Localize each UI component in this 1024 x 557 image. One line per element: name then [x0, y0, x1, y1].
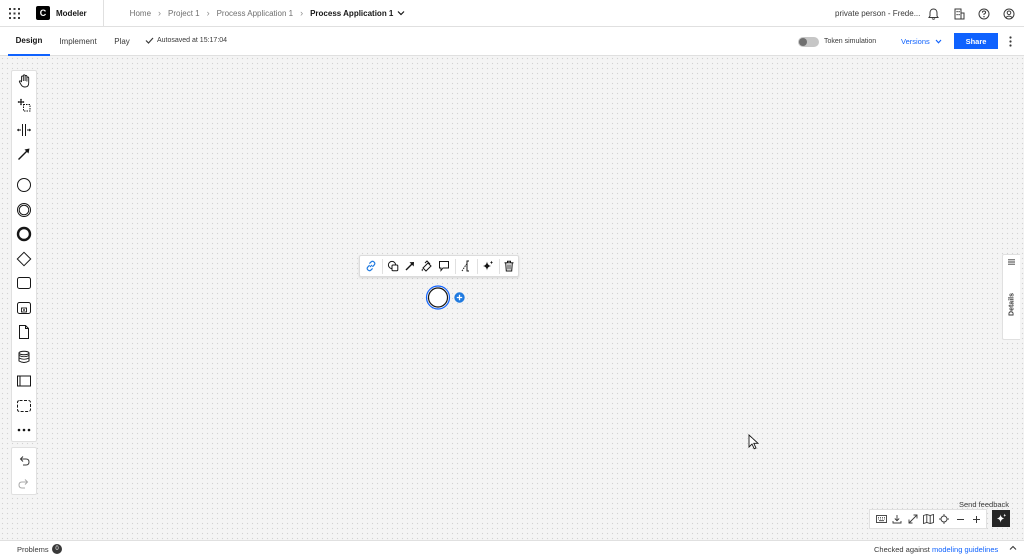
camunda-logo-icon: C — [36, 6, 50, 20]
pad-divider — [455, 259, 456, 274]
data-object-icon[interactable] — [12, 322, 36, 342]
chevron-up-icon[interactable] — [1009, 545, 1017, 551]
versions-dropdown[interactable]: Versions — [901, 37, 942, 46]
breadcrumb-separator-icon: › — [158, 8, 162, 18]
connect-arrow-icon[interactable] — [402, 258, 418, 274]
canvas-controls — [869, 509, 987, 529]
export-download-icon[interactable] — [890, 512, 904, 526]
problems-count-badge: 0 — [52, 544, 62, 554]
details-panel-toggle[interactable]: Details — [1002, 254, 1020, 340]
start-event-icon[interactable] — [12, 175, 36, 195]
history-panel — [11, 447, 37, 495]
top-header: C Modeler Home › Project 1 › Process App… — [0, 0, 1024, 27]
gateway-icon[interactable] — [12, 249, 36, 269]
token-simulation-toggle[interactable] — [798, 37, 819, 47]
delete-trash-icon[interactable] — [501, 258, 517, 274]
append-element-icon[interactable] — [385, 258, 401, 274]
modeling-guidelines-link[interactable]: modeling guidelines — [932, 545, 998, 554]
brand[interactable]: C Modeler — [36, 0, 104, 27]
user-name[interactable]: private person - Frede... — [835, 9, 920, 18]
comment-icon[interactable] — [436, 258, 452, 274]
more-tools-icon[interactable] — [12, 420, 36, 440]
breadcrumb-current-file[interactable]: Process Application 1 — [310, 9, 393, 18]
help-icon[interactable] — [976, 6, 992, 22]
panel-menu-icon — [1008, 259, 1015, 265]
ai-sparkle-icon — [996, 513, 1006, 523]
fullscreen-icon[interactable] — [906, 512, 920, 526]
breadcrumb-project[interactable]: Project 1 — [168, 9, 200, 18]
breadcrumb: Home › Project 1 › Process Application 1… — [130, 8, 406, 18]
text-annotation-icon[interactable] — [458, 258, 474, 274]
minimap-icon[interactable] — [921, 512, 935, 526]
task-icon[interactable] — [12, 273, 36, 293]
problems-tab[interactable]: Problems — [17, 545, 49, 554]
space-tool-icon[interactable] — [12, 120, 36, 140]
details-label: Details — [1008, 293, 1016, 316]
global-connect-tool-icon[interactable] — [12, 144, 36, 164]
data-store-icon[interactable] — [12, 347, 36, 367]
element-palette — [11, 70, 37, 442]
app-name: Modeler — [56, 8, 87, 18]
tab-implement[interactable]: Implement — [50, 27, 106, 56]
context-pad — [359, 255, 519, 277]
overflow-menu-icon[interactable] — [1005, 34, 1015, 48]
lasso-tool-icon[interactable] — [12, 95, 36, 115]
hand-tool-icon[interactable] — [12, 71, 36, 91]
redo-icon[interactable] — [12, 473, 36, 493]
center-view-icon[interactable] — [937, 512, 951, 526]
tab-play[interactable]: Play — [106, 27, 138, 56]
user-avatar-icon[interactable] — [1001, 6, 1017, 22]
undo-icon[interactable] — [12, 450, 36, 470]
keyboard-shortcuts-icon[interactable] — [874, 512, 888, 526]
end-event-icon[interactable] — [12, 224, 36, 244]
checkmark-icon — [145, 37, 154, 44]
group-icon[interactable] — [12, 396, 36, 416]
breadcrumb-process-application[interactable]: Process Application 1 — [217, 9, 294, 18]
append-plus-icon[interactable] — [454, 292, 465, 303]
autosave-text: Autosaved at 15:17:04 — [157, 37, 228, 44]
ai-sparkle-icon[interactable] — [480, 258, 496, 274]
autosave-status: Autosaved at 15:17:04 — [145, 37, 227, 44]
status-bar: Problems 0 Checked against modeling guid… — [0, 540, 1024, 557]
share-button[interactable]: Share — [954, 33, 998, 49]
notification-bell-icon[interactable] — [925, 6, 941, 22]
pad-divider — [499, 259, 500, 274]
mouse-cursor-icon — [748, 434, 759, 450]
breadcrumb-separator-icon: › — [300, 8, 304, 18]
app-switcher-icon[interactable] — [1, 0, 27, 27]
zoom-in-icon[interactable] — [969, 512, 983, 526]
diagram-canvas[interactable] — [0, 56, 1024, 540]
linting-status-text: Checked against — [874, 545, 930, 554]
start-event-element[interactable] — [425, 285, 453, 311]
versions-label: Versions — [901, 37, 930, 46]
chevron-down-icon — [935, 39, 942, 44]
tab-design[interactable]: Design — [8, 27, 50, 56]
token-simulation-label: Token simulation — [824, 38, 877, 45]
pad-divider — [382, 259, 383, 274]
linting-status: Checked against modeling guidelines — [874, 545, 998, 554]
color-picker-icon[interactable] — [419, 258, 435, 274]
chevron-down-icon[interactable] — [397, 10, 405, 16]
organization-building-icon[interactable] — [951, 6, 967, 22]
ai-copilot-button[interactable] — [992, 510, 1010, 527]
breadcrumb-home[interactable]: Home — [130, 9, 151, 18]
send-feedback-link[interactable]: Send feedback — [959, 500, 1009, 509]
link-icon[interactable] — [363, 258, 379, 274]
zoom-out-icon[interactable] — [953, 512, 967, 526]
pool-icon[interactable] — [12, 371, 36, 391]
pad-divider — [477, 259, 478, 274]
subprocess-icon[interactable] — [12, 298, 36, 318]
intermediate-event-icon[interactable] — [12, 200, 36, 220]
breadcrumb-separator-icon: › — [206, 8, 210, 18]
